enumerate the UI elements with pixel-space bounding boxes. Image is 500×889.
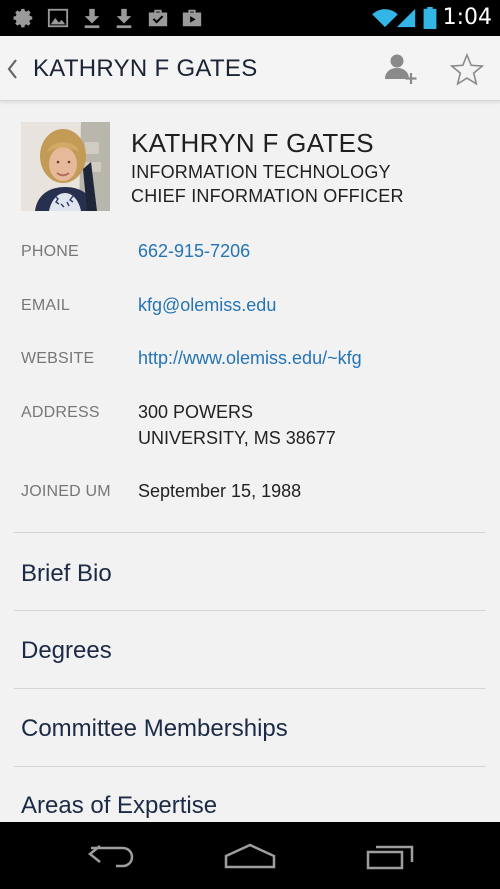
recent-apps-icon[interactable] <box>366 842 416 870</box>
home-icon[interactable] <box>224 842 276 870</box>
divider <box>14 532 486 533</box>
profile-department: INFORMATION TECHNOLOGY <box>131 162 391 182</box>
download-icon <box>116 8 132 29</box>
divider <box>14 766 486 767</box>
star-icon[interactable] <box>450 53 484 85</box>
email-link[interactable]: kfg@olemiss.edu <box>138 295 276 316</box>
download-icon <box>84 8 100 29</box>
address-line-1: 300 POWERS <box>138 402 254 422</box>
status-bar: 1:04 <box>0 0 500 36</box>
back-icon[interactable] <box>86 842 136 870</box>
website-label: WEBSITE <box>21 350 95 367</box>
email-label: EMAIL <box>21 297 71 314</box>
joined-label: JOINED UM <box>21 483 111 500</box>
play-store-icon <box>182 9 202 27</box>
section-brief-bio[interactable]: Brief Bio <box>21 560 112 588</box>
profile-name: KATHRYN F GATES <box>131 128 374 158</box>
section-committee-memberships[interactable]: Committee Memberships <box>21 715 288 743</box>
section-degrees[interactable]: Degrees <box>21 637 112 665</box>
signal-icon <box>396 8 416 28</box>
clock: 1:04 <box>442 5 492 30</box>
address-line-2: UNIVERSITY, MS 38677 <box>138 428 336 448</box>
action-bar: KATHRYN F GATES <box>0 36 500 101</box>
action-bar-title: KATHRYN F GATES <box>33 55 258 82</box>
back-chevron-icon[interactable] <box>6 58 18 80</box>
add-contact-icon[interactable] <box>382 52 418 86</box>
joined-value: September 15, 1988 <box>138 481 302 501</box>
profile-photo <box>21 122 110 211</box>
settings-gear-icon <box>13 8 33 28</box>
image-icon <box>47 8 69 28</box>
address-label: ADDRESS <box>21 404 100 421</box>
battery-icon <box>423 7 437 29</box>
divider <box>14 688 486 689</box>
briefcase-check-icon <box>148 9 168 27</box>
profile-job-title: CHIEF INFORMATION OFFICER <box>131 186 404 206</box>
website-link[interactable]: http://www.olemiss.edu/~kfg <box>138 348 362 369</box>
navigation-bar <box>0 822 500 889</box>
phone-link[interactable]: 662-915-7206 <box>138 241 250 262</box>
divider <box>14 610 486 611</box>
phone-label: PHONE <box>21 243 79 260</box>
section-areas-of-expertise[interactable]: Areas of Expertise <box>21 792 217 820</box>
